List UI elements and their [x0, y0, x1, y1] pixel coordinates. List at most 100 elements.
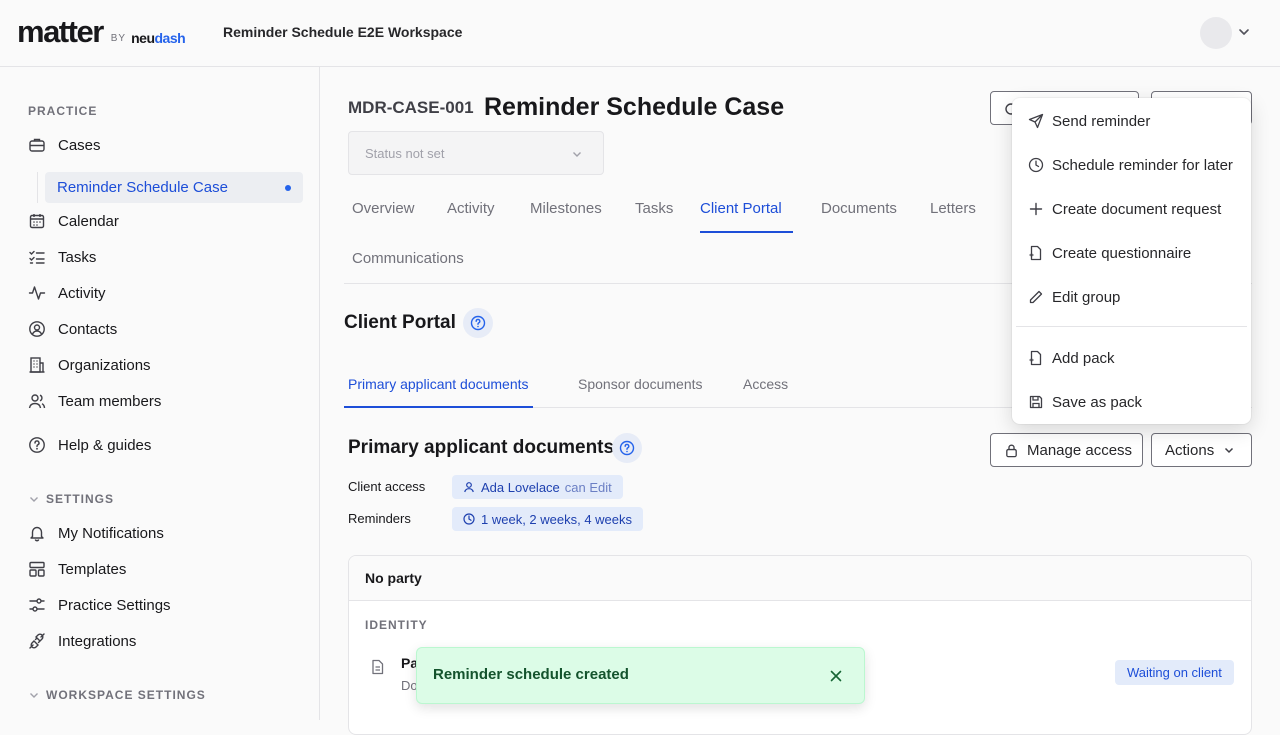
menu-item-add-pack[interactable]: Add pack: [1012, 340, 1251, 376]
save-icon: [1028, 394, 1044, 410]
user-circle-icon: [28, 320, 46, 338]
status-badge: Waiting on client: [1115, 660, 1234, 685]
sidebar-item-practice-settings[interactable]: Practice Settings: [28, 592, 171, 618]
menu-item-label: Create document request: [1052, 200, 1222, 218]
building-icon: [28, 356, 46, 374]
reminders-label: Reminders: [348, 511, 411, 526]
toast: Reminder schedule created: [416, 647, 865, 704]
sidebar-item-help[interactable]: Help & guides: [28, 432, 151, 458]
menu-item-label: Save as pack: [1052, 393, 1143, 411]
actions-label: Actions: [1165, 441, 1215, 459]
sidebar-item-active-case[interactable]: Reminder Schedule Case: [45, 172, 303, 203]
logo-neu: neu: [131, 30, 155, 46]
help-circle-icon: [28, 436, 46, 454]
divider: [37, 172, 38, 203]
menu-item-edit-group[interactable]: Edit group: [1012, 279, 1251, 315]
chevron-down-icon: [1223, 444, 1235, 456]
workspace-settings-section-toggle[interactable]: WORKSPACE SETTINGS: [28, 688, 206, 702]
menu-item-label: Add pack: [1052, 349, 1115, 367]
close-icon[interactable]: [828, 668, 844, 684]
subtab-sponsor[interactable]: Sponsor documents: [578, 366, 703, 408]
reminders-chip[interactable]: 1 week, 2 weeks, 4 weeks: [452, 507, 644, 531]
settings-section-toggle[interactable]: SETTINGS: [28, 492, 114, 506]
actions-button[interactable]: Actions: [1151, 433, 1252, 467]
menu-item-schedule-later[interactable]: Schedule reminder for later: [1012, 147, 1251, 183]
sliders-icon: [28, 596, 46, 614]
page-title: Reminder Schedule Case: [484, 93, 785, 121]
sidebar-item-calendar[interactable]: Calendar: [28, 208, 119, 234]
menu-item-send-reminder[interactable]: Send reminder: [1012, 103, 1251, 139]
file-plus-icon: [1028, 245, 1044, 261]
sidebar-item-cases[interactable]: Cases: [28, 132, 101, 158]
sidebar-item-tasks[interactable]: Tasks: [28, 244, 96, 270]
sidebar-item-label: Activity: [58, 284, 106, 302]
tab-communications[interactable]: Communications: [352, 240, 464, 283]
sidebar-item-label: Reminder Schedule Case: [57, 179, 228, 196]
client-name: Ada Lovelace: [481, 479, 560, 495]
calendar-icon: [28, 212, 46, 230]
activity-icon: [28, 284, 46, 302]
workspace-name[interactable]: Reminder Schedule E2E Workspace: [223, 24, 462, 40]
sidebar-item-label: Integrations: [58, 632, 137, 650]
menu-item-create-questionnaire[interactable]: Create questionnaire: [1012, 235, 1251, 271]
card-header: No party: [349, 556, 1251, 601]
reminders-value: 1 week, 2 weeks, 4 weeks: [481, 511, 633, 527]
menu-item-save-as-pack[interactable]: Save as pack: [1012, 384, 1251, 420]
logo-main: matter: [17, 14, 104, 49]
plug-icon: [28, 632, 46, 650]
tab-letters[interactable]: Letters: [930, 190, 976, 233]
sidebar-item-contacts[interactable]: Contacts: [28, 316, 117, 342]
clock-icon: [1028, 157, 1044, 173]
sidebar-item-integrations[interactable]: Integrations: [28, 628, 136, 654]
client-permission: can Edit: [564, 479, 612, 495]
tab-client-portal[interactable]: Client Portal: [700, 190, 793, 233]
help-circle-icon[interactable]: [463, 308, 493, 338]
section-title: Primary applicant documents: [348, 437, 615, 458]
sidebar-item-label: Tasks: [58, 248, 97, 266]
sidebar-item-my-notifications[interactable]: My Notifications: [28, 520, 164, 546]
case-id: MDR-CASE-001: [348, 98, 474, 117]
workspace-settings-section-label: WORKSPACE SETTINGS: [46, 688, 206, 702]
help-circle-icon[interactable]: [612, 433, 642, 463]
status-select[interactable]: Status not set: [348, 131, 604, 175]
menu-item-create-document-request[interactable]: Create document request: [1012, 191, 1251, 227]
tasks-icon: [28, 248, 46, 266]
menu-item-label: Create questionnaire: [1052, 244, 1192, 262]
plus-icon: [1028, 201, 1044, 217]
tab-overview[interactable]: Overview: [352, 190, 415, 233]
document-icon: [370, 659, 385, 675]
users-icon: [28, 392, 46, 410]
practice-section-label: PRACTICE: [28, 104, 98, 118]
sidebar-item-label: Templates: [58, 560, 127, 578]
client-portal-title: Client Portal: [344, 312, 456, 333]
sidebar-item-templates[interactable]: Templates: [28, 556, 126, 582]
menu-item-label: Edit group: [1052, 288, 1121, 306]
subtab-primary-applicant[interactable]: Primary applicant documents: [344, 366, 533, 408]
lock-icon: [1004, 443, 1019, 458]
chevron-down-icon[interactable]: [1237, 25, 1251, 39]
menu-item-label: Send reminder: [1052, 112, 1151, 130]
sidebar-item-team-members[interactable]: Team members: [28, 388, 161, 414]
sidebar-item-label: Cases: [58, 136, 101, 154]
bell-icon: [28, 524, 46, 542]
party-card: No party IDENTITY Pa Do Waiting on clien…: [348, 555, 1252, 735]
manage-access-button[interactable]: Manage access: [990, 433, 1143, 467]
sidebar-item-organizations[interactable]: Organizations: [28, 352, 151, 378]
card-section-label: IDENTITY: [365, 618, 428, 632]
logo-dash: dash: [154, 30, 186, 46]
sidebar-item-activity[interactable]: Activity: [28, 280, 106, 306]
avatar[interactable]: [1200, 17, 1232, 49]
tab-milestones[interactable]: Milestones: [530, 190, 602, 233]
logo[interactable]: matter BY neu dash: [17, 14, 186, 49]
client-access-chip[interactable]: Ada Lovelace can Edit: [452, 475, 623, 499]
file-plus-icon: [1028, 350, 1044, 366]
clock-icon: [463, 513, 475, 525]
tab-documents[interactable]: Documents: [821, 190, 897, 233]
tab-activity[interactable]: Activity: [447, 190, 495, 233]
briefcase-icon: [28, 136, 46, 154]
sidebar-item-label: Practice Settings: [58, 596, 171, 614]
client-access-label: Client access: [348, 479, 426, 494]
tab-tasks[interactable]: Tasks: [635, 190, 673, 233]
subtab-access[interactable]: Access: [743, 366, 788, 408]
manage-access-label: Manage access: [1027, 441, 1133, 459]
